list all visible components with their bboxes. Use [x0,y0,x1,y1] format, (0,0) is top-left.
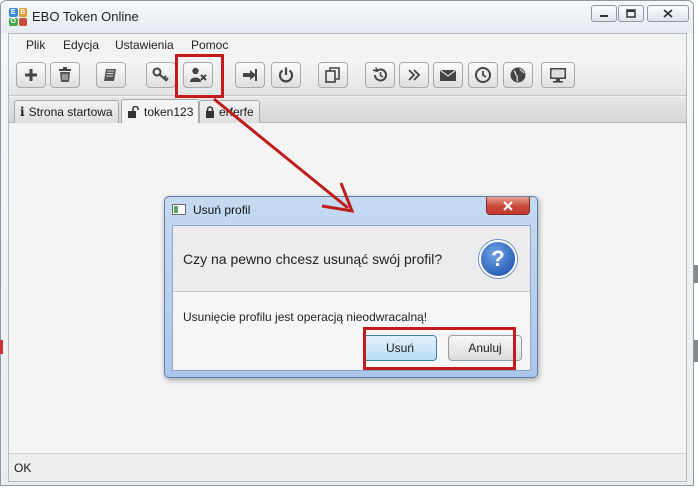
fast-forward-icon [408,69,421,81]
logout-button[interactable] [235,62,265,88]
globe-button[interactable] [503,62,533,88]
tab-token123[interactable]: token123 [121,99,200,123]
mail-button[interactable] [433,62,463,88]
copy-button[interactable] [318,62,348,88]
globe-icon [510,67,526,83]
key-button[interactable] [146,62,176,88]
key-icon [152,67,169,82]
dialog-title: Usuń profil [193,203,251,217]
menu-pomoc[interactable]: Pomoc [191,38,228,52]
delete-button[interactable] [50,62,80,88]
close-icon [663,9,673,18]
question-icon: ? [479,240,517,278]
dialog-window-icon [172,204,186,215]
info-icon: i [20,105,25,119]
power-button[interactable] [271,62,301,88]
background-window-edge [0,340,3,354]
dialog-question: Czy na pewno chcesz usunąć swój profil? [183,251,443,267]
minimize-button[interactable] [591,5,617,22]
trash-icon [59,67,71,82]
monitor-button[interactable] [541,62,575,88]
monitor-icon [550,68,566,83]
menu-ustawienia[interactable]: Ustawienia [115,38,174,52]
toolbar [9,58,686,96]
menu-edycja[interactable]: Edycja [63,38,99,52]
window-title: EBO Token Online [32,9,139,24]
book-button[interactable] [96,62,126,88]
tab-erferfe[interactable]: erferfe [199,100,260,123]
dialog-title-bar[interactable]: Usuń profil [165,197,537,221]
menu-plik[interactable]: Plik [26,38,45,52]
mail-icon [439,69,457,81]
menu-bar: Plik Edycja Ustawienia Pomoc [9,34,686,56]
dialog-close-button[interactable] [486,197,530,215]
title-bar[interactable]: E B O EBO Token Online [1,1,693,33]
close-button[interactable] [647,5,689,22]
add-button[interactable] [16,62,46,88]
status-bar: OK [9,453,686,481]
book-icon [104,69,116,81]
fast-forward-button[interactable] [399,62,429,88]
tab-label: Strona startowa [28,105,113,119]
app-logo-icon: E B O [9,8,27,26]
logout-icon [243,69,257,81]
clock-button[interactable] [468,62,498,88]
tab-strona-startowa[interactable]: i Strona startowa [14,100,119,123]
minimize-icon [600,14,608,17]
history-button[interactable] [365,62,395,88]
annotation-box-toolbar [175,54,224,98]
history-icon [372,67,387,82]
background-window-edge [694,265,698,283]
maximize-button[interactable] [618,5,644,22]
background-window-edge [694,340,698,362]
tab-bar: i Strona startowa token123 erferfe [9,97,686,123]
copy-icon [325,67,340,83]
clock-icon [475,67,491,83]
tab-label: erferfe [219,105,254,119]
close-icon [503,200,513,211]
power-icon [278,67,294,83]
status-text: OK [14,461,32,475]
dialog-detail: Usunięcie profilu jest operacją nieodwra… [183,310,428,324]
unlock-icon [128,105,139,118]
dialog-header: Czy na pewno chcesz usunąć swój profil? … [173,226,530,292]
tab-label: token123 [144,104,194,119]
lock-icon [206,106,214,118]
maximize-icon [626,9,636,18]
plus-icon [25,69,37,81]
annotation-box-buttons [363,327,516,370]
